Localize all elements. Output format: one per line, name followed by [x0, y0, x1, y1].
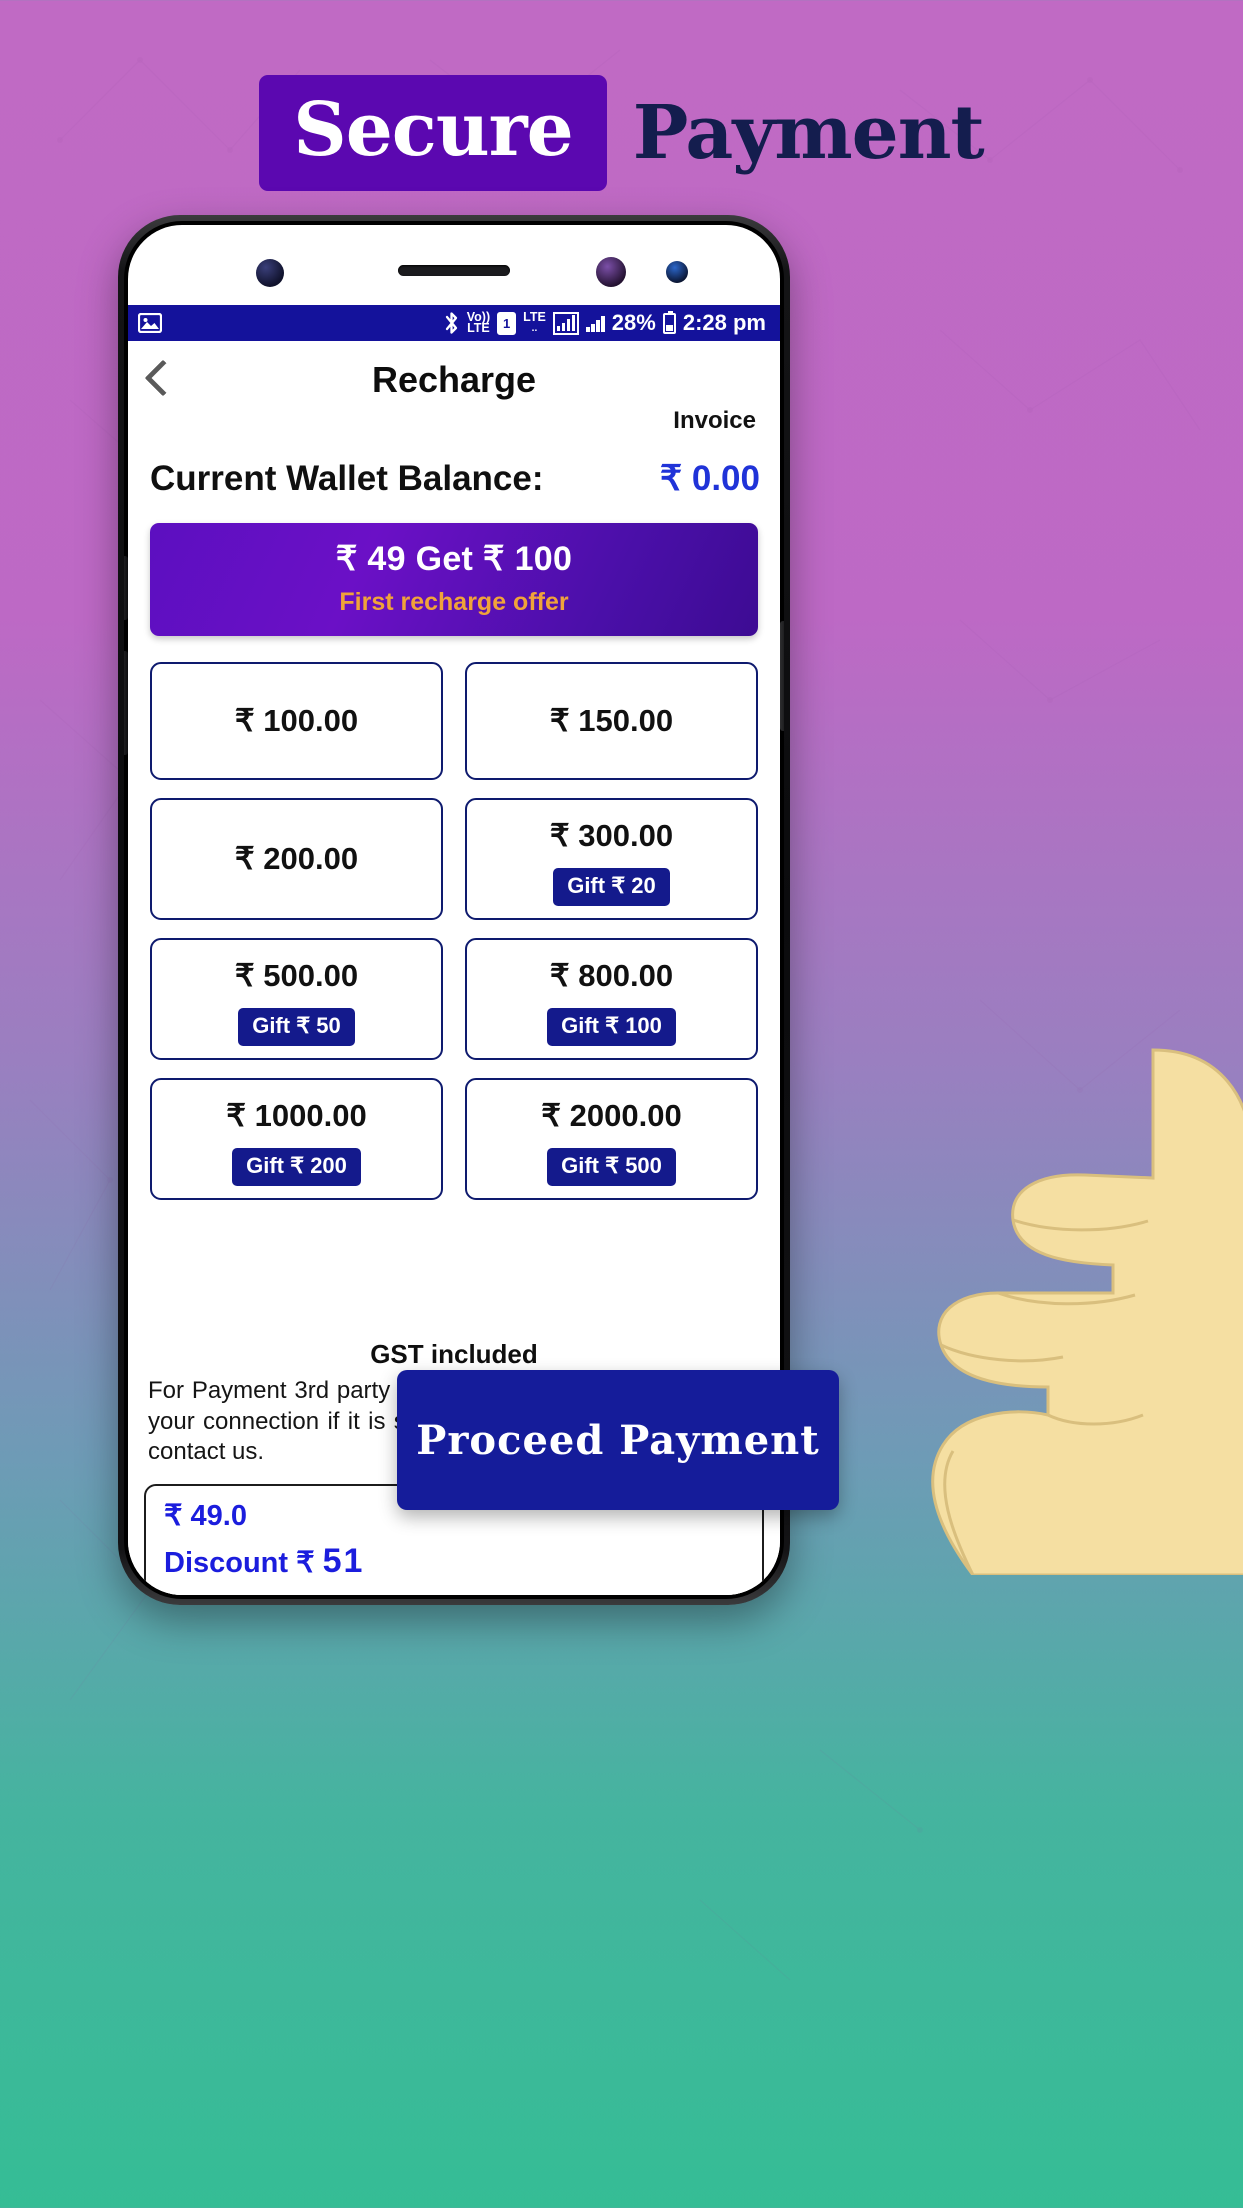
gift-badge: Gift ₹ 100: [547, 1008, 676, 1046]
amount-value: ₹ 300.00: [549, 818, 674, 853]
gst-note: GST included: [370, 1338, 538, 1369]
gift-badge: Gift ₹ 200: [232, 1148, 361, 1186]
amount-card[interactable]: ₹ 1000.00 Gift ₹ 200: [150, 1078, 443, 1200]
app-bar: Recharge Invoice: [128, 341, 780, 449]
wallet-balance-value: ₹ 0.00: [659, 459, 760, 498]
amount-value: ₹ 800.00: [549, 958, 674, 993]
proceed-payment-label: Proceed Payment: [416, 1416, 820, 1464]
phone-button-power: [780, 621, 784, 731]
amount-value: ₹ 150.00: [549, 703, 674, 738]
promo-headline: Secure Payment: [0, 75, 1243, 191]
amount-card[interactable]: ₹ 2000.00 Gift ₹ 500: [465, 1078, 758, 1200]
amount-card[interactable]: ₹ 300.00 Gift ₹ 20: [465, 798, 758, 920]
proximity-sensor-icon: [666, 261, 688, 283]
iris-scanner-icon: [596, 257, 626, 287]
discount-row: Discount ₹ 51: [164, 1542, 744, 1581]
amount-card[interactable]: ₹ 500.00 Gift ₹ 50: [150, 938, 443, 1060]
offer-subtitle: First recharge offer: [339, 588, 569, 616]
amount-value: ₹ 100.00: [234, 703, 359, 738]
amount-value: ₹ 2000.00: [541, 1098, 682, 1133]
earpiece-speaker: [398, 265, 510, 276]
gift-badge: Gift ₹ 50: [238, 1008, 355, 1046]
pointing-hand-illustration: [931, 1048, 1243, 1575]
proceed-payment-button[interactable]: Proceed Payment: [397, 1370, 839, 1510]
invoice-link[interactable]: Invoice: [673, 407, 756, 435]
amount-value: ₹ 500.00: [234, 958, 359, 993]
amount-card[interactable]: ₹ 200.00: [150, 798, 443, 920]
first-recharge-offer-banner[interactable]: ₹ 49 Get ₹ 100 First recharge offer: [150, 523, 758, 636]
amount-value: ₹ 200.00: [234, 841, 359, 876]
wallet-balance-row: Current Wallet Balance: ₹ 0.00: [128, 449, 780, 499]
wallet-balance-label: Current Wallet Balance:: [150, 459, 544, 498]
amount-card[interactable]: ₹ 800.00 Gift ₹ 100: [465, 938, 758, 1060]
discount-value: 51: [322, 1542, 365, 1580]
gift-badge: Gift ₹ 500: [547, 1148, 676, 1186]
headline-word-payment: Payment: [632, 90, 985, 176]
amount-card[interactable]: ₹ 150.00: [465, 662, 758, 780]
gift-badge: Gift ₹ 20: [553, 868, 670, 906]
amount-value: ₹ 1000.00: [226, 1098, 367, 1133]
discount-label: Discount ₹: [164, 1547, 315, 1579]
headline-word-secure: Secure: [293, 87, 573, 173]
offer-title: ₹ 49 Get ₹ 100: [335, 540, 573, 578]
amount-grid: ₹ 100.00 ₹ 150.00 ₹ 200.00 ₹ 300.00 Gift…: [128, 636, 780, 1200]
amount-card[interactable]: ₹ 100.00: [150, 662, 443, 780]
front-camera-icon: [256, 259, 284, 287]
headline-badge: Secure: [259, 75, 607, 191]
page-title: Recharge: [371, 359, 537, 400]
phone-top-bezel: [128, 225, 780, 325]
